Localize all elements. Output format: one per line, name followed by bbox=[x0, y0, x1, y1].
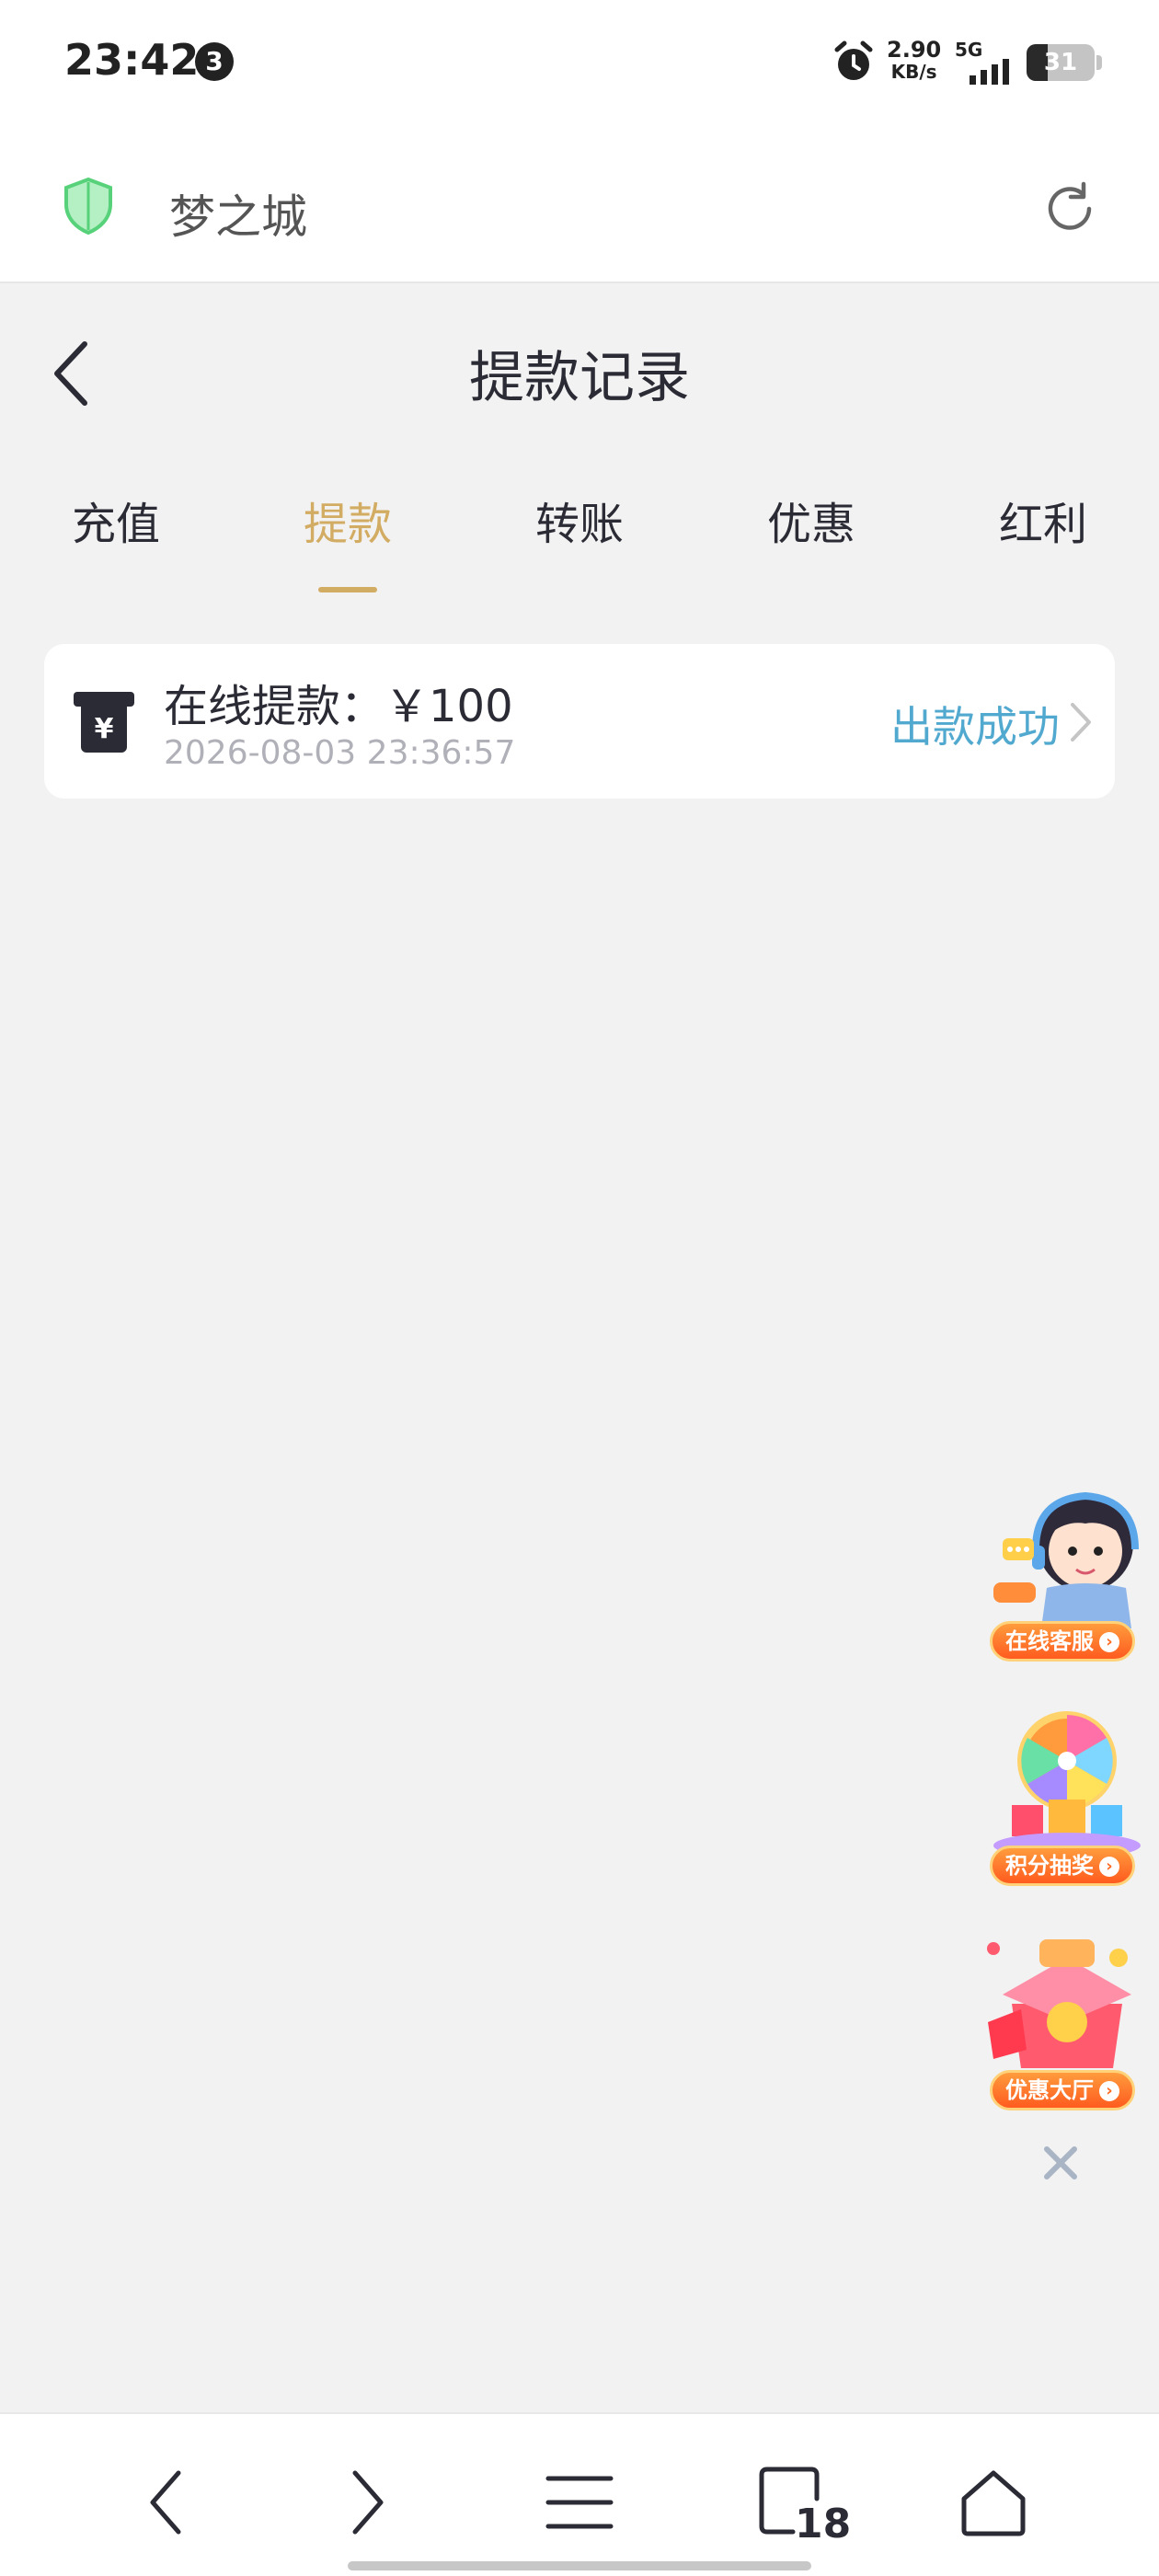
status-bar: 23:42 3 2.90 KB/s 5G 31 bbox=[0, 0, 1159, 129]
battery-tip bbox=[1096, 55, 1102, 70]
home-indicator[interactable] bbox=[348, 2561, 811, 2570]
tab-withdraw[interactable]: 提款 bbox=[283, 488, 412, 552]
close-icon[interactable] bbox=[1038, 2140, 1084, 2186]
menu-icon[interactable] bbox=[543, 2466, 616, 2539]
chevron-right-icon: › bbox=[1099, 1632, 1119, 1652]
back-arrow-icon[interactable] bbox=[131, 2466, 204, 2539]
shield-icon[interactable] bbox=[63, 177, 114, 236]
tab-recharge[interactable]: 充值 bbox=[52, 488, 180, 552]
page-header: 提款记录 bbox=[0, 285, 1159, 451]
browser-url-bar: 梦之城 bbox=[0, 129, 1159, 283]
record-tabs: 充值 提款 转账 优惠 红利 bbox=[0, 488, 1159, 598]
reload-icon[interactable] bbox=[1039, 178, 1100, 239]
tab-bonus[interactable]: 红利 bbox=[979, 488, 1107, 552]
withdraw-record-card[interactable]: ¥ 在线提款：￥100 2026-08-03 23:36:57 出款成功 bbox=[44, 644, 1115, 799]
tab-transfer[interactable]: 转账 bbox=[515, 488, 644, 552]
chevron-right-icon bbox=[1071, 703, 1091, 742]
signal-icon bbox=[970, 59, 1009, 85]
points-lottery-widget[interactable]: 积分抽奖 › bbox=[975, 1696, 1159, 1899]
alarm-icon bbox=[834, 40, 873, 80]
record-status: 出款成功 bbox=[890, 702, 1060, 752]
chevron-right-icon: › bbox=[1099, 2081, 1119, 2101]
online-service-label: 在线客服 › bbox=[990, 1621, 1135, 1662]
battery-icon: 31 bbox=[1027, 44, 1095, 81]
promo-hall-label: 优惠大厅 › bbox=[990, 2070, 1135, 2110]
page-title: 提款记录 bbox=[469, 346, 690, 410]
online-service-text: 在线客服 bbox=[1005, 1628, 1094, 1654]
promo-hall-text: 优惠大厅 bbox=[1005, 2077, 1094, 2103]
battery-percent: 31 bbox=[1043, 49, 1078, 76]
home-icon[interactable] bbox=[957, 2466, 1030, 2539]
speed-value: 2.90 bbox=[887, 37, 942, 63]
network-speed: 2.90 KB/s bbox=[887, 39, 941, 83]
points-lottery-text: 积分抽奖 bbox=[1005, 1853, 1094, 1879]
svg-text:¥: ¥ bbox=[95, 713, 114, 745]
online-service-widget[interactable]: 在线客服 › bbox=[975, 1472, 1159, 1674]
withdraw-atm-icon: ¥ bbox=[74, 692, 134, 753]
promo-hall-widget[interactable]: 优惠大厅 › bbox=[975, 1921, 1159, 2123]
forward-arrow-icon[interactable] bbox=[329, 2466, 403, 2539]
browser-bottom-bar: 18 bbox=[0, 2412, 1159, 2576]
active-tab-indicator bbox=[318, 587, 377, 592]
points-lottery-label: 积分抽奖 › bbox=[990, 1846, 1135, 1886]
tab-promotion[interactable]: 优惠 bbox=[747, 488, 876, 552]
record-title: 在线提款：￥100 bbox=[164, 681, 513, 732]
chevron-right-icon: › bbox=[1099, 1857, 1119, 1877]
tab-count: 18 bbox=[795, 2501, 852, 2547]
speed-unit: KB/s bbox=[890, 61, 937, 83]
tabs-button[interactable]: 18 bbox=[756, 2466, 851, 2547]
record-date: 2026-08-03 23:36:57 bbox=[164, 734, 516, 772]
notification-count-badge: 3 bbox=[195, 42, 234, 81]
clock: 23:42 bbox=[64, 35, 200, 85]
site-name[interactable]: 梦之城 bbox=[169, 180, 307, 247]
